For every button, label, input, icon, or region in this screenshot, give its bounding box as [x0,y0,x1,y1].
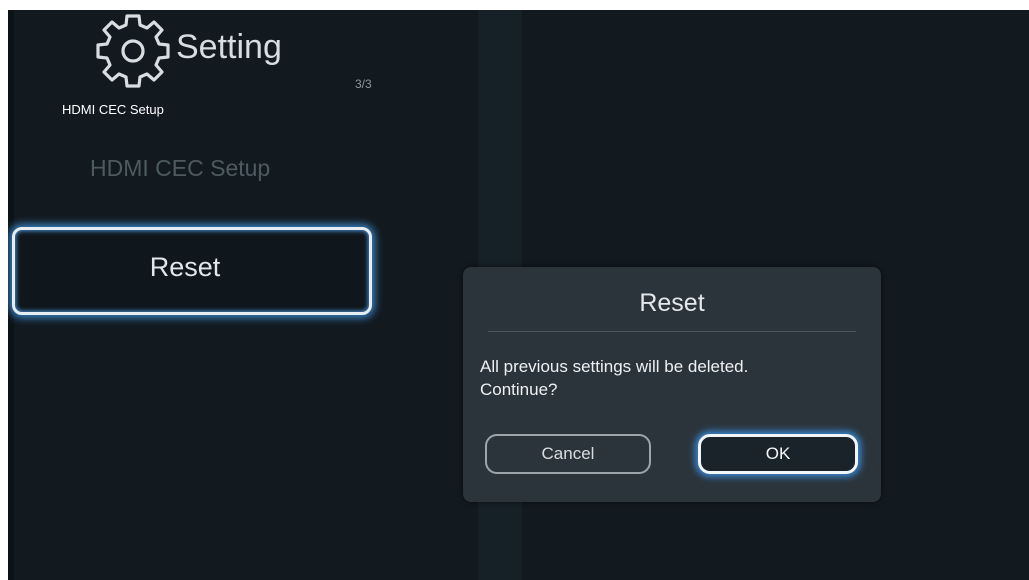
dialog-message-line1: All previous settings will be deleted. [480,357,749,376]
gear-icon [96,14,170,88]
ok-button[interactable]: OK [698,434,858,474]
cancel-button[interactable]: Cancel [485,434,651,474]
reset-dialog: Reset All previous settings will be dele… [463,267,881,502]
dialog-message: All previous settings will be deleted. C… [480,355,870,401]
section-caption: HDMI CEC Setup [62,102,164,117]
tv-screen: Setting 3/3 HDMI CEC Setup HDMI CEC Setu… [8,10,1029,580]
dialog-divider [488,331,856,332]
page-title: Setting [176,27,282,66]
menu-item-hdmi-cec-setup[interactable]: HDMI CEC Setup [90,155,270,182]
settings-header: Setting [92,10,282,92]
dialog-message-line2: Continue? [480,380,558,399]
dialog-title: Reset [639,289,705,317]
menu-item-reset[interactable]: Reset [12,227,372,315]
menu-item-reset-label: Reset [149,251,221,282]
page-indicator: 3/3 [355,77,372,91]
